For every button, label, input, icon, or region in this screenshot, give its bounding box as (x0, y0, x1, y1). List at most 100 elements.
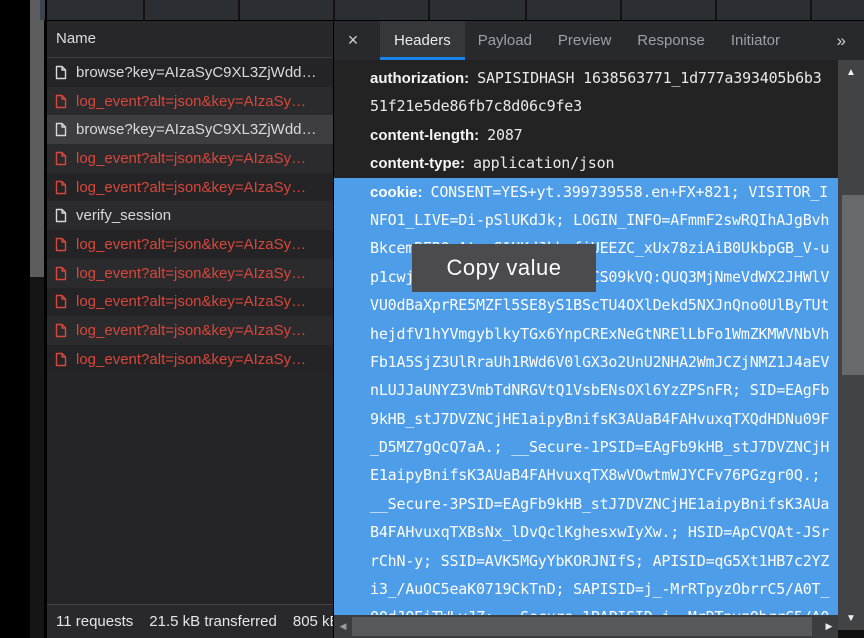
document-icon (55, 65, 67, 80)
network-request-row[interactable]: log_event?alt=json&key=AIzaSy… (47, 173, 333, 202)
document-icon (55, 151, 67, 166)
request-details-panel: × Headers Payload Preview Response Initi… (334, 21, 864, 638)
network-request-row[interactable]: log_event?alt=json&key=AIzaSy… (47, 316, 333, 345)
header-name: content-type: (370, 155, 465, 172)
network-request-row[interactable]: log_event?alt=json&key=AIzaSy… (47, 87, 333, 116)
document-icon (55, 323, 67, 338)
network-request-row[interactable]: log_event?alt=json&key=AIzaSy… (47, 230, 333, 259)
cookie-line: nLUJJaUNYZ3VmbTdNRGVtQ1VsbENsOXl6YzZPSnF… (334, 376, 840, 404)
header-line: authorization: SAPISIDHASH 1638563771_1d7… (334, 64, 840, 92)
scroll-right-arrow-icon[interactable]: ▶ (822, 615, 836, 638)
network-request-row[interactable]: log_event?alt=json&key=AIzaSy… (47, 144, 333, 173)
header-value: SAPISIDHASH 1638563771_1d777a393405b6b3 (477, 69, 821, 87)
request-name: browse?key=AIzaSyC9XL3ZjWdd… (76, 121, 317, 138)
document-icon (55, 294, 67, 309)
cookie-line: B4FAHvuxqTXBsNx_lDvQclKghesxwIyXw.; HSID… (334, 518, 840, 546)
more-tabs-icon[interactable]: » (831, 21, 864, 60)
cookie-line: VU0dBaXprRE5MZFl5SE8yS1BScTU4OXlDekd5NXJ… (334, 291, 840, 319)
network-request-row[interactable]: verify_session (47, 201, 333, 230)
request-name: log_event?alt=json&key=AIzaSy… (76, 150, 306, 167)
scroll-up-arrow-icon[interactable]: ▲ (838, 64, 864, 80)
background-window-edge (40, 0, 45, 20)
background-scrollbar-thumb[interactable] (30, 0, 44, 277)
header-name: cookie: (370, 184, 423, 201)
cookie-line: E1aipyBnifsK3AUaB4FAHvuxqTX8wVOwtmWJYCFv… (334, 461, 840, 489)
request-name: log_event?alt=json&key=AIzaSy… (76, 93, 306, 110)
tab-preview[interactable]: Preview (545, 21, 624, 60)
table-header-cell (717, 0, 810, 20)
network-request-row[interactable]: log_event?alt=json&key=AIzaSy… (47, 345, 333, 374)
cookie-line: Fb1A5SjZ3UlRraUh1RWd6V0lGX3o2UnU2NHA2WmJ… (334, 348, 840, 376)
tab-label: Initiator (731, 32, 780, 49)
header-name: authorization: (370, 70, 469, 87)
header-name: content-length: (370, 127, 479, 144)
tab-label: Response (637, 32, 705, 49)
cookie-line: 9kHB_stJ7DVZNCjHE1aipyBnifsK3AUaB4FAHvux… (334, 405, 840, 433)
network-request-row[interactable]: log_event?alt=json&key=AIzaSy… (47, 259, 333, 288)
document-icon (55, 352, 67, 367)
network-request-row[interactable]: browse?key=AIzaSyC9XL3ZjWdd… (47, 58, 333, 87)
cookie-line: hejdfV1hYVmgyblkyTGx6YnpCRExNeGtNRElLbFo… (334, 320, 840, 348)
header-value: application/json (473, 154, 614, 172)
cookie-line: cookie:CONSENT=YES+yt.399739558.en+FX+82… (334, 178, 840, 206)
request-name: verify_session (76, 207, 171, 224)
cookie-line: __Secure-3PSID=EAgFb9kHB_stJ7DVZNCjHE1ai… (334, 490, 840, 518)
document-icon (55, 94, 67, 109)
headers-content: authorization: SAPISIDHASH 1638563771_1d7… (334, 60, 840, 615)
resources-size: 805 kB (293, 613, 333, 630)
table-header-cell (335, 0, 428, 20)
copy-value-menu-item[interactable]: Copy value (412, 244, 596, 292)
close-icon[interactable]: × (334, 21, 372, 60)
table-header-strip (47, 0, 864, 20)
header-value: 51f21e5de86fb7c8d06c9fe3 (370, 97, 582, 115)
document-icon (55, 266, 67, 281)
cookie-line: QOdJQEiTWLvJZ; __Secure-1PAPISID=j_-MrRT… (334, 603, 840, 615)
network-panel: Name browse?key=AIzaSyC9XL3ZjWdd… log_ev… (47, 21, 333, 638)
header-value: 2087 (487, 126, 522, 144)
document-icon (55, 122, 67, 137)
network-request-list: browse?key=AIzaSyC9XL3ZjWdd… log_event?a… (47, 58, 333, 374)
details-tab-bar: × Headers Payload Preview Response Initi… (334, 21, 864, 60)
request-count: 11 requests (56, 613, 133, 630)
table-header-cell (145, 0, 238, 20)
network-request-row-selected[interactable]: browse?key=AIzaSyC9XL3ZjWdd… (47, 115, 333, 144)
request-name: log_event?alt=json&key=AIzaSy… (76, 293, 306, 310)
cookie-line: _D5MZ7gQcQ7aA.; __Secure-1PSID=EAgFb9kHB… (334, 433, 840, 461)
header-line: content-length: 2087 (334, 121, 840, 149)
devtools-window: Name browse?key=AIzaSyC9XL3ZjWdd… log_ev… (0, 0, 864, 638)
vertical-scrollbar-thumb[interactable] (842, 195, 864, 375)
cookie-line: NFO1_LIVE=Di-pSlUKdJk; LOGIN_INFO=AFmmF2… (334, 206, 840, 234)
tab-label: Payload (478, 32, 532, 49)
document-icon (55, 180, 67, 195)
cookie-line: i3_/AuOC5eaK0719CkTnD; SAPISID=j_-MrRTpy… (334, 575, 840, 603)
tab-spacer (793, 21, 831, 60)
table-header-cell (622, 0, 715, 20)
tab-label: Headers (394, 32, 451, 49)
transferred-size: 21.5 kB transferred (149, 613, 277, 630)
document-icon (55, 237, 67, 252)
table-header-cell (240, 0, 333, 20)
tab-headers[interactable]: Headers (380, 21, 465, 60)
tab-payload[interactable]: Payload (465, 21, 545, 60)
table-header-cell (527, 0, 620, 20)
request-name: log_event?alt=json&key=AIzaSy… (76, 322, 306, 339)
tab-label: Preview (558, 32, 611, 49)
cookie-line: rChN-y; SSID=AVK5MGyYbKORJNIfS; APISID=q… (334, 547, 840, 575)
scroll-left-arrow-icon[interactable]: ◀ (336, 615, 350, 638)
vertical-scrollbar[interactable]: ▲ ▼ (838, 60, 864, 630)
request-name: log_event?alt=json&key=AIzaSy… (76, 179, 306, 196)
table-header-cell (47, 0, 143, 20)
scrollbar-corner (838, 630, 864, 638)
scroll-down-arrow-icon[interactable]: ▼ (838, 610, 864, 626)
horizontal-scrollbar-thumb[interactable] (352, 617, 812, 636)
request-name: browse?key=AIzaSyC9XL3ZjWdd… (76, 64, 317, 81)
tab-response[interactable]: Response (624, 21, 718, 60)
request-name: log_event?alt=json&key=AIzaSy… (76, 265, 306, 282)
horizontal-scrollbar[interactable]: ◀ ▶ (334, 615, 838, 638)
network-request-row[interactable]: log_event?alt=json&key=AIzaSy… (47, 288, 333, 317)
table-header-cell (430, 0, 525, 20)
tab-initiator[interactable]: Initiator (718, 21, 793, 60)
request-name: log_event?alt=json&key=AIzaSy… (76, 236, 306, 253)
network-summary-bar: 11 requests 21.5 kB transferred 805 kB (47, 604, 333, 638)
name-column-header[interactable]: Name (47, 21, 333, 58)
